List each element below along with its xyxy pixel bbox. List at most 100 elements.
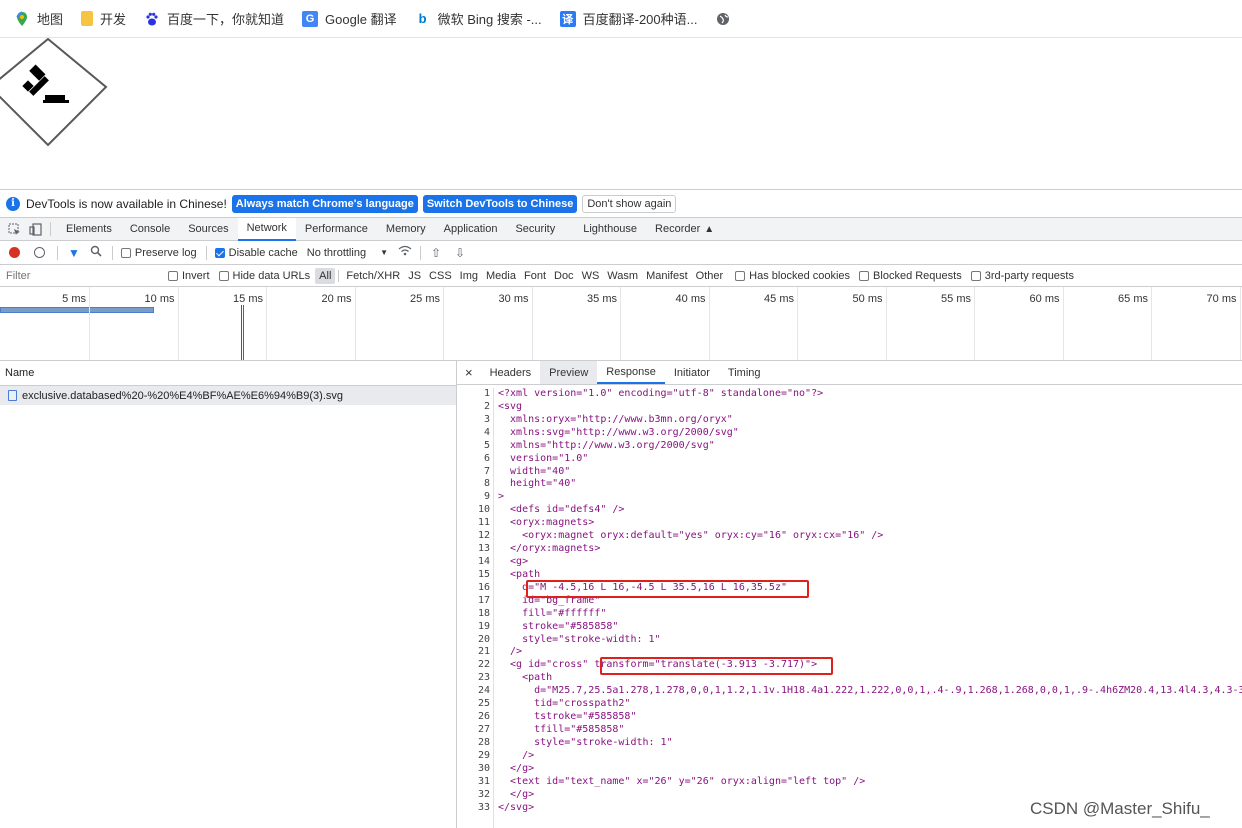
close-icon[interactable]: × <box>457 361 481 384</box>
bookmark-globe[interactable] <box>715 10 738 27</box>
network-conditions-icon[interactable] <box>398 245 412 260</box>
line-number: 4 <box>483 426 490 438</box>
tab-response[interactable]: Response <box>597 361 665 384</box>
baidu-translate-icon: 译 <box>559 10 576 27</box>
code-line: height="40" <box>498 478 577 490</box>
filter-css[interactable]: CSS <box>425 268 456 284</box>
filter-media[interactable]: Media <box>482 268 520 284</box>
line-number: 17 <box>477 594 490 606</box>
bookmark-baidu-translate[interactable]: 译 百度翻译-200种语... <box>559 9 698 28</box>
bookmark-bing[interactable]: b 微软 Bing 搜索 -... <box>414 9 542 28</box>
invert-checkbox[interactable] <box>168 270 178 281</box>
always-match-language-button[interactable]: Always match Chrome's language <box>231 194 418 213</box>
device-toolbar-icon[interactable] <box>25 222 51 236</box>
filter-manifest[interactable]: Manifest <box>642 268 692 284</box>
filter-js[interactable]: JS <box>404 268 425 284</box>
blocked-cookies-label: Has blocked cookies <box>749 269 851 282</box>
code-line: </g> <box>498 762 535 774</box>
third-party-checkbox[interactable] <box>970 270 981 281</box>
timeline-tick-label: 15 ms <box>233 293 263 305</box>
request-name: exclusive.databased%20-%20%E4%BF%AE%E6%9… <box>22 389 344 402</box>
timeline-request-bar <box>0 307 154 313</box>
hide-data-urls-checkbox[interactable] <box>218 270 229 281</box>
timeline-load-marker <box>243 305 244 360</box>
code-line: tstroke="#585858" <box>498 711 637 723</box>
tab-application[interactable]: Application <box>435 218 507 241</box>
export-har-icon[interactable]: ⇩ <box>455 246 465 260</box>
filter-other[interactable]: Other <box>692 268 728 284</box>
line-number: 25 <box>477 698 490 710</box>
code-line: <oryx:magnet oryx:default="yes" oryx:cy=… <box>498 530 884 542</box>
import-har-icon[interactable]: ⇧ <box>431 246 441 260</box>
filter-wasm[interactable]: Wasm <box>603 268 642 284</box>
tab-network[interactable]: Network <box>237 217 296 241</box>
highlight-box-path-d <box>526 580 809 598</box>
line-number: 18 <box>477 607 490 619</box>
line-number: 7 <box>483 465 490 477</box>
record-button[interactable] <box>9 247 20 258</box>
disable-cache-checkbox[interactable] <box>214 247 225 258</box>
bookmark-google-translate[interactable]: G Google 翻译 <box>302 9 397 28</box>
code-line: <g> <box>498 555 529 567</box>
blocked-requests-label: Blocked Requests <box>873 269 962 282</box>
tab-preview[interactable]: Preview <box>540 361 598 384</box>
tab-initiator[interactable]: Initiator <box>665 361 719 384</box>
flask-icon: ▲ <box>704 223 715 235</box>
filter-ws[interactable]: WS <box>578 268 604 284</box>
bookmark-maps[interactable]: 地图 <box>14 9 63 28</box>
filter-img[interactable]: Img <box>456 268 482 284</box>
clear-icon[interactable] <box>34 247 45 258</box>
timeline-dom-content-loaded-marker <box>241 305 242 360</box>
chevron-down-icon: ▼ <box>380 248 388 257</box>
bookmark-label: 百度翻译-200种语... <box>582 12 698 27</box>
timeline-tick-label: 55 ms <box>941 293 971 305</box>
tab-sources[interactable]: Sources <box>179 218 237 241</box>
request-row[interactable]: exclusive.databased%20-%20%E4%BF%AE%E6%9… <box>0 386 456 405</box>
line-number: 1 <box>483 388 490 399</box>
tab-lighthouse[interactable]: Lighthouse <box>574 218 646 241</box>
network-timeline-overview[interactable]: 5 ms 10 ms 15 ms 20 ms 25 ms 30 ms 35 ms 40 ms 4… <box>0 287 1242 361</box>
tab-console[interactable]: Console <box>121 218 179 241</box>
tab-recorder[interactable]: Recorder ▲ <box>646 218 723 241</box>
divider <box>111 245 113 260</box>
filter-fetch-xhr[interactable]: Fetch/XHR <box>342 268 404 284</box>
timeline-tick-label: 30 ms <box>498 293 529 305</box>
tab-memory[interactable]: Memory <box>377 218 435 241</box>
filter-icon[interactable]: ▼ <box>68 246 80 260</box>
line-number: 22 <box>477 659 490 671</box>
filter-all[interactable]: All <box>315 267 336 284</box>
bookmark-folder-dev[interactable]: 开发 <box>81 9 126 28</box>
highlight-box-transform <box>600 657 833 675</box>
timeline-gridline <box>1062 287 1064 360</box>
inspect-element-icon[interactable] <box>0 218 25 241</box>
gavel-diamond-icon <box>0 38 108 147</box>
tab-security[interactable]: Security <box>506 218 564 241</box>
timeline-gridline <box>708 287 710 360</box>
timeline-gridline <box>1151 287 1152 360</box>
line-number: 31 <box>477 775 490 787</box>
blocked-cookies-checkbox[interactable] <box>735 270 746 281</box>
timeline-gridline <box>354 287 356 360</box>
tab-performance[interactable]: Performance <box>296 218 377 241</box>
timeline-tick-label: 65 ms <box>1118 293 1148 305</box>
search-icon[interactable] <box>90 245 102 260</box>
preserve-log-checkbox[interactable] <box>120 247 131 258</box>
filter-input[interactable] <box>2 267 156 284</box>
divider <box>419 245 421 260</box>
dont-show-again-button[interactable]: Don't show again <box>582 194 677 213</box>
line-number: 26 <box>477 711 490 723</box>
name-column-header[interactable]: Name <box>0 361 456 386</box>
filter-font[interactable]: Font <box>520 268 550 284</box>
csdn-watermark: CSDN @Master_Shifu_ <box>1030 799 1210 818</box>
blocked-requests-checkbox[interactable] <box>859 270 870 281</box>
bookmark-baidu[interactable]: 百度一下，你就知道 <box>144 9 284 28</box>
tab-headers[interactable]: Headers <box>481 361 541 384</box>
throttling-select[interactable]: No throttling ▼ <box>307 247 388 259</box>
timeline-tick-label: 25 ms <box>410 293 440 305</box>
timeline-tick-label: 40 ms <box>675 293 706 305</box>
tab-elements[interactable]: Elements <box>57 218 121 241</box>
switch-to-chinese-button[interactable]: Switch DevTools to Chinese <box>422 194 578 213</box>
line-number: 24 <box>477 685 490 697</box>
filter-doc[interactable]: Doc <box>550 268 578 284</box>
tab-timing[interactable]: Timing <box>719 361 770 384</box>
